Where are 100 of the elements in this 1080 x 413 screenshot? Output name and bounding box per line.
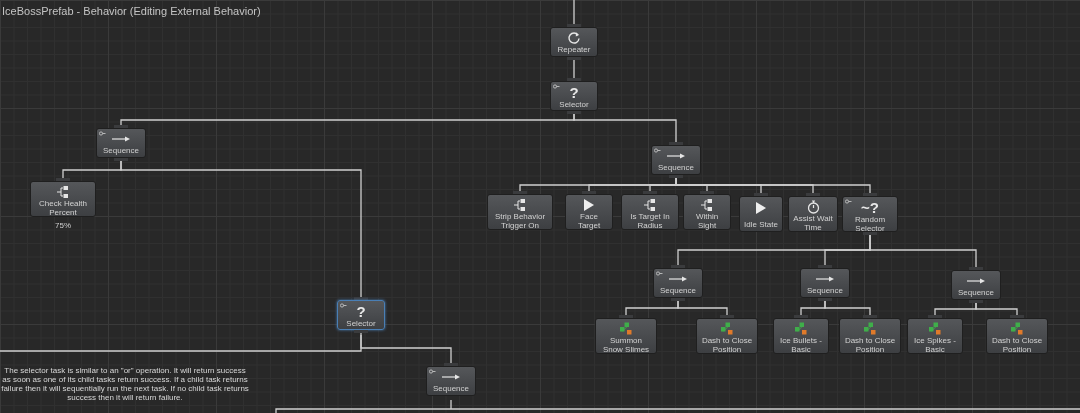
selector-icon: ?: [356, 304, 366, 319]
node-port: [863, 193, 877, 196]
cubes-icon: [1010, 322, 1024, 336]
node-label: Sequence: [658, 163, 694, 172]
task-node[interactable]: Ice Spikes - Basic: [907, 318, 963, 354]
node-label: Dash to Close Position: [700, 336, 754, 354]
selector-icon: ?: [569, 85, 579, 100]
node-port: [444, 363, 458, 366]
cubes-icon: [863, 322, 877, 336]
node-label: Sequence: [433, 384, 469, 393]
node-port: [863, 315, 877, 318]
task-node[interactable]: Dash to Close Position: [696, 318, 758, 354]
node-label: Face Target: [576, 212, 602, 230]
arrow-icon: [668, 275, 688, 283]
task-node[interactable]: Sequence: [800, 268, 850, 298]
task-node[interactable]: Dash to Close Position: [839, 318, 901, 354]
node-label: Random Selector: [853, 215, 887, 233]
node-port: [619, 315, 633, 318]
cubes-icon: [619, 322, 633, 336]
task-node[interactable]: Sequence: [96, 128, 146, 158]
node-port: [1010, 315, 1024, 318]
key-icon: [656, 271, 663, 276]
node-port: [567, 24, 581, 27]
node-label: Sequence: [807, 286, 843, 295]
task-node[interactable]: Dash to Close Position: [986, 318, 1048, 354]
node-label: Strip Behavior Trigger On: [493, 212, 547, 230]
key-icon: [429, 369, 436, 374]
node-port: [806, 193, 820, 196]
task-node[interactable]: Check Health Percent: [30, 181, 96, 217]
task-node[interactable]: Repeater: [550, 27, 598, 57]
node-port: [354, 330, 368, 333]
node-label: Check Health Percent: [38, 199, 88, 217]
node-port: [928, 315, 942, 318]
branch-icon: [701, 198, 713, 212]
connector-line: [677, 300, 728, 316]
task-node[interactable]: Face Target: [565, 194, 613, 230]
node-label: Assist Wait Time: [792, 214, 834, 232]
node-port: [700, 191, 714, 194]
task-description: The selector task is similar to an "or" operation. It will return success as soon as one of its child tasks return success. If a child task returns failure then it will sequentially run the next task. If no child task returns success then it will return failure.: [0, 366, 250, 402]
node-label: Selector: [346, 319, 376, 328]
node-port: [671, 265, 685, 268]
node-port: [720, 315, 734, 318]
key-icon: [99, 131, 106, 136]
repeat-icon: [567, 31, 581, 45]
branch-icon: [57, 185, 69, 199]
node-label: Ice Spikes - Basic: [913, 336, 957, 354]
key-icon: [340, 303, 347, 308]
node-port: [818, 265, 832, 268]
key-icon: [553, 84, 560, 89]
window-title: IceBossPrefab - Behavior (Editing External Behavior): [2, 4, 261, 19]
task-node[interactable]: Strip Behavior Trigger On: [487, 194, 553, 230]
task-node[interactable]: Ice Bullets - Basic: [773, 318, 829, 354]
node-label: Is Target In Radius: [629, 212, 671, 230]
task-node[interactable]: Sequence: [653, 268, 703, 298]
node-port: [582, 191, 596, 194]
node-label: Within Sight: [694, 212, 720, 230]
task-node[interactable]: ~? Random Selector: [842, 196, 898, 232]
node-label: Repeater: [557, 45, 591, 54]
task-node[interactable]: Idle State: [739, 196, 783, 232]
connector-line: [975, 302, 1018, 316]
task-node[interactable]: Is Target In Radius: [621, 194, 679, 230]
task-node[interactable]: Sequence: [951, 270, 1001, 300]
node-label: Idle State: [744, 220, 778, 229]
cubes-icon: [720, 322, 734, 336]
task-node[interactable]: ? Selector: [550, 81, 598, 111]
task-node[interactable]: Within Sight: [683, 194, 731, 230]
cubes-icon: [928, 322, 942, 336]
node-value: 75%: [55, 220, 71, 232]
node-label: Sequence: [958, 288, 994, 297]
task-node[interactable]: Assist Wait Time: [788, 196, 838, 232]
key-icon: [654, 148, 661, 153]
task-node[interactable]: ? Selector: [337, 300, 385, 330]
branch-icon: [644, 198, 656, 212]
node-label: Ice Bullets - Basic: [779, 336, 823, 354]
arrow-icon: [815, 275, 835, 283]
node-label: Selector: [559, 100, 589, 109]
task-node[interactable]: Sequence: [651, 145, 701, 175]
arrow-icon: [966, 277, 986, 285]
node-label: Sequence: [660, 286, 696, 295]
node-port: [794, 315, 808, 318]
connector-line: [573, 0, 575, 25]
node-port: [567, 78, 581, 81]
task-node[interactable]: Summon Snow Slimes: [595, 318, 657, 354]
arrow-icon: [441, 373, 461, 381]
branch-icon: [514, 198, 526, 212]
play-icon: [755, 201, 767, 215]
cubes-icon: [794, 322, 808, 336]
stopwatch-icon: [806, 200, 820, 214]
arrow-icon: [666, 152, 686, 160]
node-port: [754, 193, 768, 196]
node-port: [354, 297, 368, 300]
node-port: [56, 178, 70, 181]
node-label: Sequence: [103, 146, 139, 155]
selector-icon: ~?: [861, 200, 879, 215]
arrow-icon: [111, 135, 131, 143]
play-icon: [583, 198, 595, 212]
node-port: [513, 191, 527, 194]
node-port: [114, 125, 128, 128]
task-node[interactable]: Sequence: [426, 366, 476, 396]
key-icon: [845, 199, 852, 204]
